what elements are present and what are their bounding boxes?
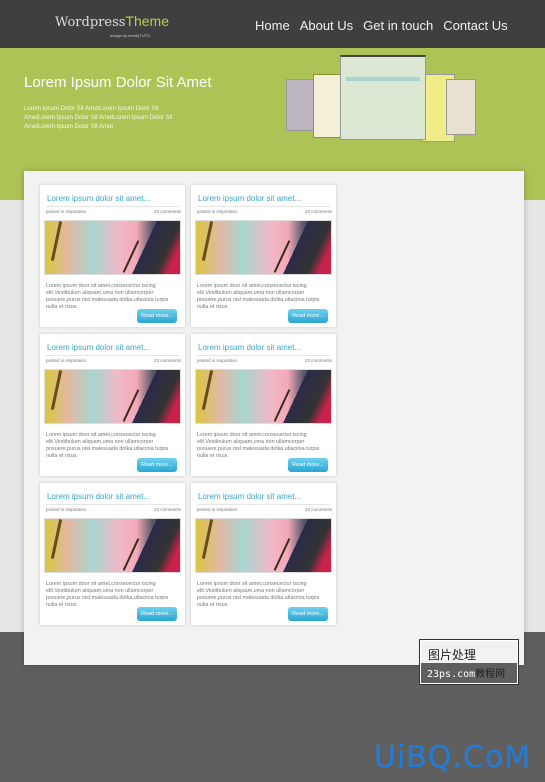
hero-text: Lorem Ipsum Dolor Sit AmetLorem Ipsum Do… bbox=[24, 106, 173, 130]
read-more-button[interactable]: Read more... bbox=[288, 458, 328, 472]
post-comments[interactable]: 23 comments bbox=[154, 507, 181, 512]
main-nav: Home About Us Get in touch Contact Us bbox=[255, 18, 510, 33]
site-watermark: UiBQ.CoM bbox=[374, 740, 532, 775]
post-category: posted in inspiration bbox=[46, 209, 87, 214]
watermark-line1: 图片处理 bbox=[428, 648, 477, 662]
watermark-box: 图片处理 23ps.com教程网 bbox=[419, 639, 519, 685]
hero-title: Lorem Ipsum Dolor Sit Amet bbox=[24, 74, 212, 91]
post-thumbnail bbox=[44, 369, 181, 424]
logo-accent: Theme bbox=[125, 13, 169, 29]
post-title[interactable]: Lorem ipsum dolor sit amet... bbox=[47, 492, 150, 501]
post-category: posted in inspiration bbox=[46, 358, 87, 363]
theme-screenshots-image bbox=[286, 53, 476, 153]
post-title[interactable]: Lorem ipsum dolor sit amet... bbox=[198, 194, 301, 203]
divider bbox=[46, 206, 179, 207]
divider bbox=[46, 504, 179, 505]
post-title[interactable]: Lorem ipsum dolor sit amet... bbox=[47, 194, 150, 203]
read-more-button[interactable]: Read more... bbox=[288, 607, 328, 621]
post-excerpt: Lorem ipsum door sit amet,consecectur is… bbox=[197, 283, 320, 310]
post-thumbnail bbox=[44, 518, 181, 573]
post-excerpt: Lorem ipsum door sit amet,consecectur is… bbox=[46, 432, 169, 459]
nav-home[interactable]: Home bbox=[255, 18, 290, 33]
post-comments[interactable]: 23 comments bbox=[305, 358, 332, 363]
post-comments[interactable]: 23 comments bbox=[154, 358, 181, 363]
post-comments[interactable]: 23 comments bbox=[305, 209, 332, 214]
post-card: Lorem ipsum dolor sit amet... posted in … bbox=[191, 334, 336, 476]
read-more-button[interactable]: Read more... bbox=[137, 607, 177, 621]
post-thumbnail bbox=[195, 220, 332, 275]
post-card: Lorem ipsum dolor sit amet... posted in … bbox=[191, 483, 336, 625]
post-card: Lorem ipsum dolor sit amet... posted in … bbox=[40, 483, 185, 625]
site-header: WordpressTheme design by trendyTUTS Home… bbox=[0, 0, 545, 48]
post-excerpt: Lorem ipsum door sit amet,consecectur is… bbox=[46, 581, 169, 608]
post-excerpt: Lorem ipsum door sit amet,consecectur is… bbox=[197, 432, 320, 459]
divider bbox=[197, 206, 330, 207]
read-more-button[interactable]: Read more... bbox=[137, 458, 177, 472]
post-comments[interactable]: 23 comments bbox=[305, 507, 332, 512]
divider bbox=[197, 504, 330, 505]
post-title[interactable]: Lorem ipsum dolor sit amet... bbox=[198, 492, 301, 501]
post-card: Lorem ipsum dolor sit amet... posted in … bbox=[40, 185, 185, 327]
read-more-button[interactable]: Read more... bbox=[137, 309, 177, 323]
logo-main: Wordpress bbox=[55, 15, 126, 30]
post-thumbnail bbox=[195, 369, 332, 424]
watermark-line2: 23ps.com教程网 bbox=[427, 669, 506, 680]
post-title[interactable]: Lorem ipsum dolor sit amet... bbox=[47, 343, 150, 352]
post-card: Lorem ipsum dolor sit amet... posted in … bbox=[40, 334, 185, 476]
post-thumbnail bbox=[195, 518, 332, 573]
post-category: posted in inspiration bbox=[46, 507, 87, 512]
post-excerpt: Lorem ipsum door sit amet,consecectur is… bbox=[197, 581, 320, 608]
divider bbox=[46, 355, 179, 356]
post-category: posted in inspiration bbox=[197, 209, 238, 214]
post-category: posted in inspiration bbox=[197, 358, 238, 363]
logo[interactable]: WordpressTheme bbox=[55, 13, 169, 30]
nav-about-us[interactable]: About Us bbox=[300, 18, 353, 33]
post-category: posted in inspiration bbox=[197, 507, 238, 512]
read-more-button[interactable]: Read more... bbox=[288, 309, 328, 323]
nav-get-in-touch[interactable]: Get in touch bbox=[363, 18, 433, 33]
post-thumbnail bbox=[44, 220, 181, 275]
nav-contact-us[interactable]: Contact Us bbox=[443, 18, 507, 33]
post-excerpt: Lorem ipsum door sit amet,consecectur is… bbox=[46, 283, 169, 310]
post-comments[interactable]: 23 comments bbox=[154, 209, 181, 214]
post-title[interactable]: Lorem ipsum dolor sit amet... bbox=[198, 343, 301, 352]
tagline: design by trendyTUTS bbox=[110, 33, 150, 38]
post-card: Lorem ipsum dolor sit amet... posted in … bbox=[191, 185, 336, 327]
divider bbox=[197, 355, 330, 356]
